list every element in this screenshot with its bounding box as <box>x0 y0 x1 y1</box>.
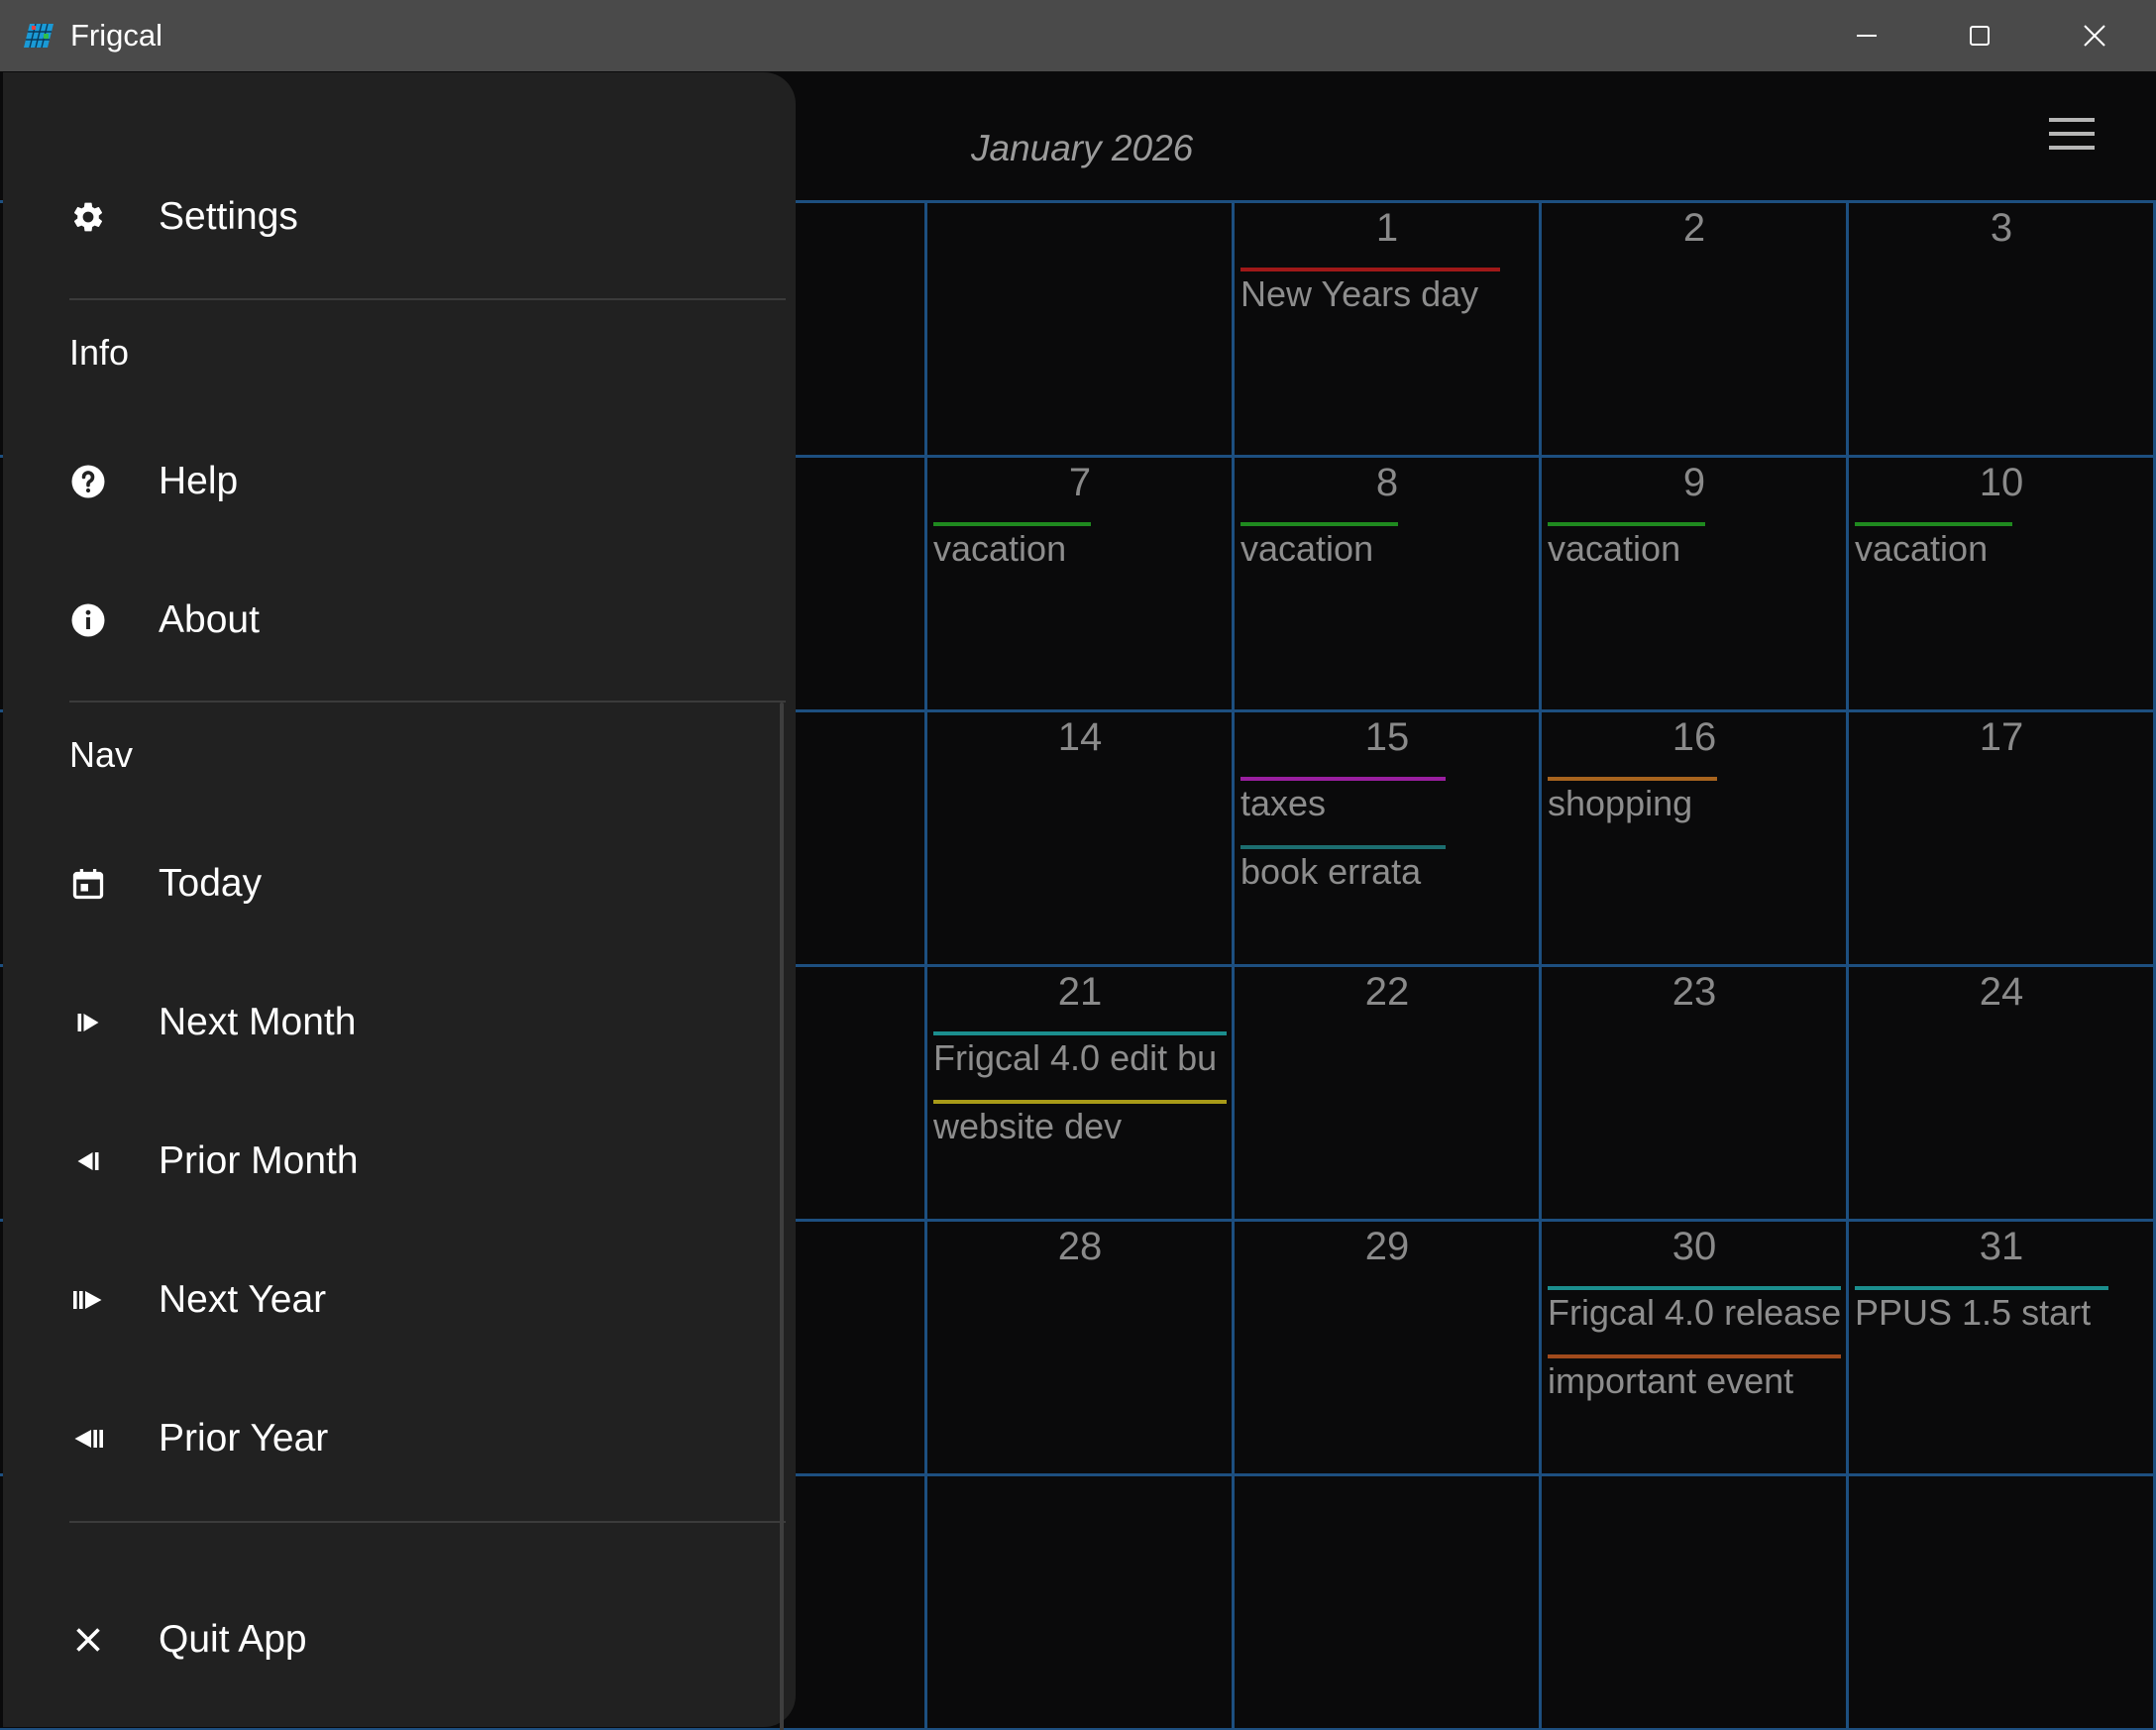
quit-app-item[interactable]: Quit App <box>3 1584 786 1693</box>
app-window: Frigcal January 2026 1 2 3 7 8 9 10 14 15 16 17 21 2… <box>0 0 2156 1730</box>
double-skip-previous-icon <box>74 1430 103 1448</box>
minimize-button[interactable] <box>1809 0 1924 71</box>
minimize-icon <box>1857 35 1877 37</box>
day-number: 15 <box>1364 715 1410 759</box>
divider <box>69 1521 786 1523</box>
event-color-bar <box>1240 777 1446 781</box>
day-number: 16 <box>1671 715 1717 759</box>
event-label[interactable]: New Years day <box>1240 273 1539 315</box>
event-label[interactable]: book errata <box>1240 851 1539 893</box>
info-heading: Info <box>69 332 130 373</box>
month-title: January 2026 <box>971 128 1194 168</box>
next-month-label: Next Month <box>159 1001 357 1043</box>
day-number: 7 <box>1068 461 1092 504</box>
close-icon <box>76 1628 100 1652</box>
day-number: 28 <box>1057 1225 1103 1268</box>
event-label[interactable]: taxes <box>1240 783 1539 824</box>
event-label[interactable]: PPUS 1.5 start <box>1855 1292 2153 1334</box>
prior-year-label: Prior Year <box>159 1417 329 1460</box>
event-label[interactable]: Frigcal 4.0 release <box>1548 1292 1846 1334</box>
quit-app-label: Quit App <box>159 1618 307 1661</box>
prior-month-label: Prior Month <box>159 1139 359 1182</box>
maximize-icon <box>1970 26 1990 46</box>
settings-item[interactable]: Settings <box>3 162 786 270</box>
event-color-bar <box>1240 845 1446 849</box>
nav-heading: Nav <box>69 734 134 775</box>
navigation-drawer: Settings Info Help About Nav Today Next … <box>3 72 796 1730</box>
next-month-item[interactable]: Next Month <box>3 967 786 1076</box>
event-label[interactable]: vacation <box>1855 528 2153 570</box>
about-label: About <box>159 598 260 641</box>
event-color-bar <box>1855 522 2012 526</box>
event-color-bar <box>1240 268 1500 271</box>
divider <box>69 701 786 703</box>
maximize-button[interactable] <box>1922 0 2037 71</box>
event-color-bar <box>1240 522 1398 526</box>
app-logo-icon <box>24 23 54 49</box>
event-color-bar <box>933 522 1091 526</box>
event-color-bar <box>933 1100 1227 1104</box>
event-color-bar <box>1548 1286 1841 1290</box>
event-label[interactable]: shopping <box>1548 783 1846 824</box>
event-label[interactable]: website dev <box>933 1106 1232 1147</box>
help-label: Help <box>159 460 239 502</box>
event-color-bar <box>933 1031 1227 1035</box>
event-label[interactable]: vacation <box>933 528 1232 570</box>
day-number: 8 <box>1375 461 1399 504</box>
window-title: Frigcal <box>70 18 163 53</box>
settings-label: Settings <box>159 195 298 238</box>
double-skip-next-icon <box>73 1291 102 1309</box>
day-number: 29 <box>1364 1225 1410 1268</box>
day-number: 3 <box>1990 206 2013 250</box>
calendar-today-icon <box>72 869 104 900</box>
event-color-bar <box>1855 1286 2108 1290</box>
help-item[interactable]: Help <box>3 426 786 535</box>
hamburger-menu-icon[interactable] <box>2049 116 2097 152</box>
skip-previous-icon <box>77 1152 99 1170</box>
day-number: 21 <box>1057 970 1103 1014</box>
close-icon <box>2084 25 2105 47</box>
event-label[interactable]: important event <box>1548 1360 1846 1402</box>
event-color-bar <box>1548 522 1705 526</box>
day-number: 24 <box>1979 970 2024 1014</box>
day-number: 30 <box>1671 1225 1717 1268</box>
event-color-bar <box>1548 1354 1841 1358</box>
day-number: 14 <box>1057 715 1103 759</box>
prior-month-item[interactable]: Prior Month <box>3 1106 786 1215</box>
today-label: Today <box>159 862 263 905</box>
event-label[interactable]: vacation <box>1548 528 1846 570</box>
day-number: 17 <box>1979 715 2024 759</box>
day-number: 2 <box>1682 206 1706 250</box>
prior-year-item[interactable]: Prior Year <box>3 1383 786 1492</box>
divider <box>69 298 786 300</box>
about-item[interactable]: About <box>3 565 786 674</box>
next-year-label: Next Year <box>159 1278 327 1321</box>
day-number: 22 <box>1364 970 1410 1014</box>
day-number: 23 <box>1671 970 1717 1014</box>
help-circle-icon <box>71 465 105 498</box>
next-year-item[interactable]: Next Year <box>3 1244 786 1353</box>
day-number: 1 <box>1375 206 1399 250</box>
grid-line-vertical <box>924 200 927 1730</box>
gear-icon <box>73 202 103 232</box>
info-circle-icon <box>71 603 105 637</box>
day-number: 10 <box>1979 461 2024 504</box>
day-number: 9 <box>1682 461 1706 504</box>
title-bar[interactable]: Frigcal <box>0 0 2156 71</box>
day-number: 31 <box>1979 1225 2024 1268</box>
event-color-bar <box>1548 777 1717 781</box>
event-label[interactable]: vacation <box>1240 528 1539 570</box>
close-window-button[interactable] <box>2037 0 2152 71</box>
skip-next-icon <box>77 1014 99 1031</box>
drawer-scrollbar[interactable] <box>780 703 784 1730</box>
today-item[interactable]: Today <box>3 828 786 937</box>
event-label[interactable]: Frigcal 4.0 edit bu <box>933 1037 1232 1079</box>
